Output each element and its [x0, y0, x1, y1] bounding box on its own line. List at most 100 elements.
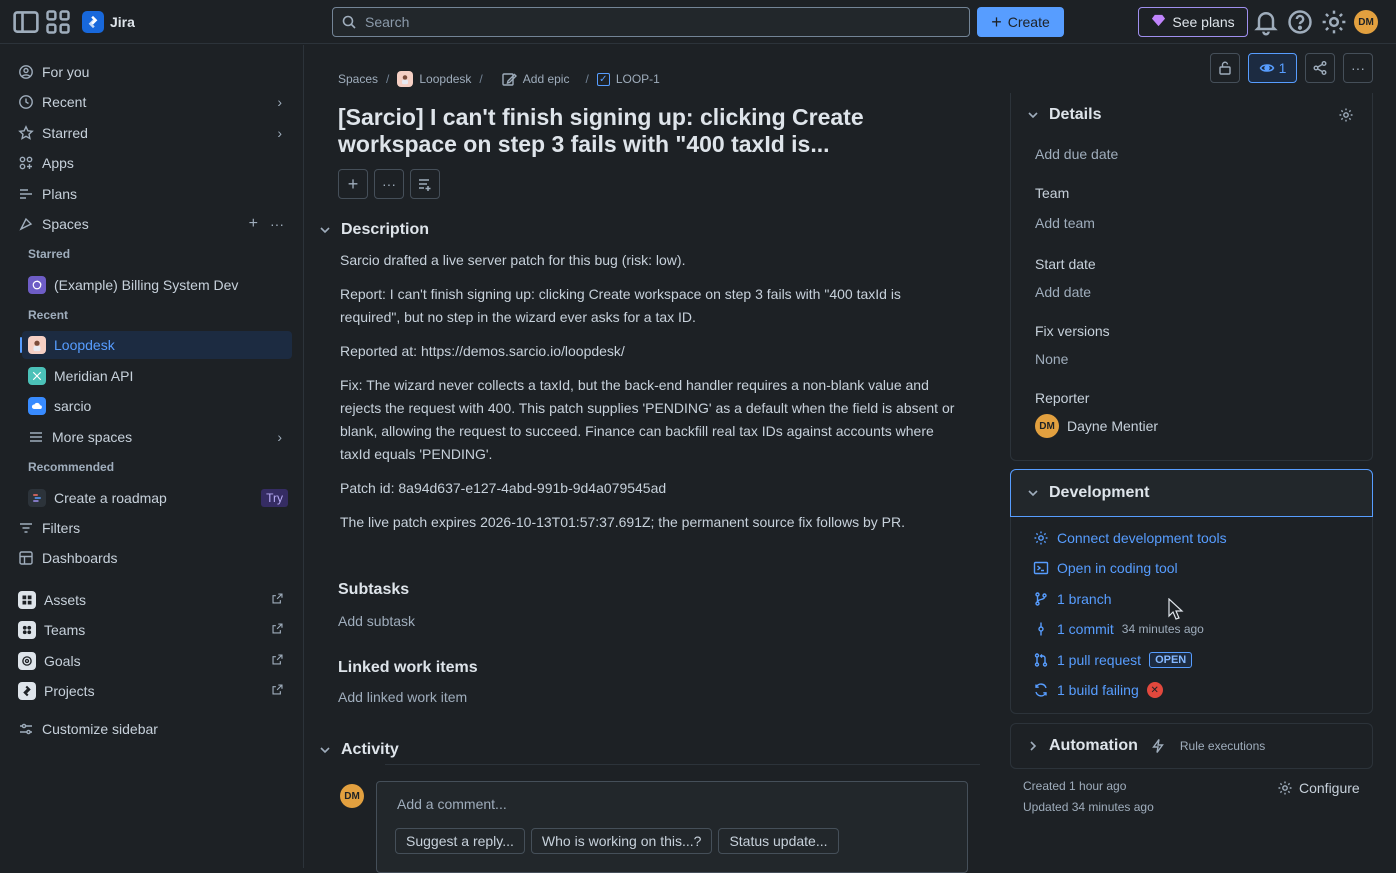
- see-plans-button[interactable]: See plans: [1138, 7, 1248, 37]
- comment-input[interactable]: Add a comment...: [397, 796, 507, 812]
- branch-link[interactable]: 1 branch: [1033, 591, 1111, 607]
- pull-request-link[interactable]: 1 pull request OPEN: [1033, 652, 1193, 668]
- sidebar-item-label: Recent: [42, 94, 87, 110]
- build-failing-label: 1 build failing: [1057, 682, 1139, 698]
- eye-icon: [1259, 60, 1275, 76]
- more-horizontal-icon: ···: [382, 176, 396, 192]
- comment-box[interactable]: Add a comment... Suggest a reply... Who …: [376, 781, 968, 873]
- sidebar-item-filters[interactable]: Filters: [12, 514, 292, 542]
- chevron-right-icon[interactable]: ›: [277, 125, 282, 141]
- add-subtask-link[interactable]: Add subtask: [338, 613, 415, 629]
- assets-icon: [18, 591, 36, 609]
- breadcrumb-add-epic[interactable]: Add epic: [523, 72, 570, 86]
- create-button[interactable]: + Create: [977, 7, 1064, 37]
- sidebar-item-teams[interactable]: Teams: [12, 616, 292, 644]
- space-item-label: Meridian API: [54, 368, 134, 384]
- try-badge[interactable]: Try: [261, 489, 288, 507]
- share-icon: [1312, 60, 1328, 76]
- chevron-right-icon[interactable]: ›: [277, 94, 282, 110]
- description-paragraph: The live patch expires 2026-10-13T01:57:…: [340, 514, 905, 530]
- starred-section-label: Starred: [28, 247, 71, 261]
- description-body[interactable]: Sarcio drafted a live server patch for t…: [340, 249, 960, 545]
- projects-icon: [18, 682, 36, 700]
- jira-logo[interactable]: Jira: [82, 10, 135, 33]
- error-icon: ✕: [1146, 682, 1163, 698]
- lock-button[interactable]: [1210, 53, 1240, 83]
- sidebar-item-assets[interactable]: Assets: [12, 586, 292, 614]
- space-item-sarcio[interactable]: sarcio: [22, 392, 292, 420]
- app-switcher-icon[interactable]: [44, 8, 72, 36]
- add-start-date[interactable]: Add date: [1035, 284, 1091, 300]
- sidebar-item-apps[interactable]: Apps: [12, 149, 292, 177]
- configure-button[interactable]: Configure: [1277, 780, 1360, 796]
- add-space-icon[interactable]: +: [249, 215, 258, 233]
- top-right-actions: DM: [1252, 8, 1378, 36]
- space-item-billing[interactable]: (Example) Billing System Dev: [22, 271, 292, 299]
- sidebar-item-starred[interactable]: Starred ›: [12, 119, 292, 147]
- sidebar-item-for-you[interactable]: For you: [12, 58, 292, 86]
- sidebar-item-spaces[interactable]: Spaces + ···: [12, 210, 292, 238]
- breadcrumb-issue-key[interactable]: LOOP-1: [616, 72, 660, 86]
- help-icon[interactable]: [1286, 8, 1314, 36]
- reporter-field[interactable]: DM Dayne Mentier: [1035, 414, 1158, 438]
- user-avatar[interactable]: DM: [1354, 10, 1378, 34]
- more-options-icon[interactable]: ···: [270, 216, 284, 232]
- list-icon: [28, 429, 44, 445]
- space-item-loopdesk[interactable]: Loopdesk: [20, 331, 292, 359]
- sidebar-item-recent[interactable]: Recent ›: [12, 88, 292, 116]
- details-header[interactable]: Details: [1025, 106, 1101, 124]
- more-spaces-item[interactable]: More spaces ›: [22, 423, 292, 451]
- person-circle-icon: [18, 64, 34, 80]
- suggest-reply-chip[interactable]: Suggest a reply...: [395, 828, 525, 854]
- issue-title[interactable]: [Sarcio] I can't finish signing up: clic…: [338, 104, 898, 158]
- development-panel: Development Connect development tools Op…: [1010, 469, 1373, 714]
- add-due-date[interactable]: Add due date: [1035, 146, 1118, 162]
- sidebar-item-label: Teams: [44, 622, 86, 638]
- activity-header[interactable]: Activity: [317, 741, 399, 759]
- commit-icon: [1033, 621, 1049, 637]
- description-paragraph: Reported at: https://demos.sarcio.io/loo…: [340, 343, 625, 359]
- linked-items-heading: Linked work items: [338, 659, 478, 676]
- sidebar-item-projects[interactable]: Projects: [12, 677, 292, 705]
- breadcrumb-spaces[interactable]: Spaces: [338, 72, 378, 86]
- settings-gear-icon[interactable]: [1320, 8, 1348, 36]
- sliders-icon: [18, 721, 34, 737]
- create-roadmap-item[interactable]: Create a roadmap Try: [22, 484, 292, 512]
- search-bar[interactable]: [332, 7, 970, 37]
- sidebar-toggle-icon[interactable]: [12, 8, 40, 36]
- sidebar-item-label: Plans: [42, 186, 78, 202]
- fix-versions-value[interactable]: None: [1035, 351, 1068, 367]
- search-input[interactable]: [365, 14, 945, 30]
- more-options-button[interactable]: ···: [1343, 53, 1373, 83]
- development-header[interactable]: Development: [1025, 484, 1149, 502]
- plans-icon: [18, 186, 34, 202]
- add-team[interactable]: Add team: [1035, 215, 1095, 231]
- sidebar-item-plans[interactable]: Plans: [12, 180, 292, 208]
- breadcrumb-project[interactable]: Loopdesk: [419, 72, 471, 86]
- open-coding-tool-label: Open in coding tool: [1057, 560, 1178, 576]
- build-failing-link[interactable]: 1 build failing ✕: [1033, 682, 1163, 698]
- chevron-right-icon[interactable]: ›: [277, 429, 282, 445]
- automation-panel[interactable]: Automation Rule executions: [1010, 723, 1373, 769]
- open-coding-tool-link[interactable]: Open in coding tool: [1033, 560, 1178, 576]
- watch-button[interactable]: 1: [1248, 53, 1297, 83]
- add-button[interactable]: +: [338, 169, 368, 199]
- who-working-chip[interactable]: Who is working on this...?: [530, 828, 713, 854]
- connect-dev-tools-link[interactable]: Connect development tools: [1033, 530, 1227, 546]
- customize-sidebar-item[interactable]: Customize sidebar: [12, 715, 292, 743]
- description-header[interactable]: Description: [317, 221, 429, 239]
- rule-executions-label: Rule executions: [1179, 739, 1266, 753]
- more-actions-button[interactable]: ···: [374, 169, 404, 199]
- space-item-meridian[interactable]: Meridian API: [22, 362, 292, 390]
- add-linked-item-link[interactable]: Add linked work item: [338, 689, 467, 705]
- branch-icon: [1033, 591, 1049, 607]
- status-update-chip[interactable]: Status update...: [718, 828, 839, 854]
- sidebar-item-goals[interactable]: Goals: [12, 647, 292, 675]
- settings-gear-icon[interactable]: [1338, 107, 1354, 123]
- automation-header[interactable]: Automation Rule executions: [1025, 737, 1265, 755]
- notifications-bell-icon[interactable]: [1252, 8, 1280, 36]
- share-button[interactable]: [1305, 53, 1335, 83]
- checklist-button[interactable]: [410, 169, 440, 199]
- chevron-right-icon: [1025, 738, 1041, 754]
- sidebar-item-dashboards[interactable]: Dashboards: [12, 544, 292, 572]
